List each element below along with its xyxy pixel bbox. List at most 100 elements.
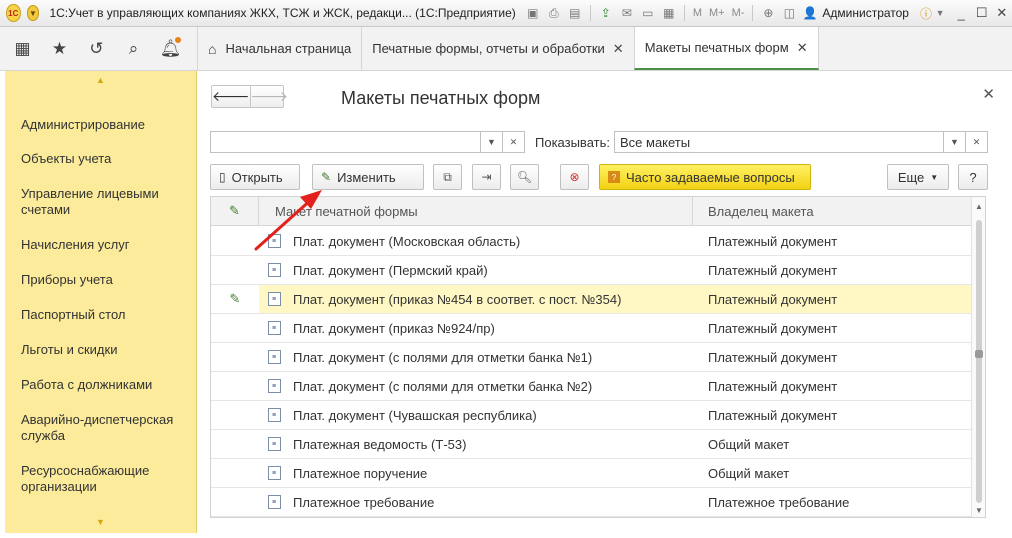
tab-label: Печатные формы, отчеты и обработки — [372, 41, 605, 56]
scroll-down-icon[interactable]: ▼ — [972, 503, 985, 517]
show-label: Показывать: — [535, 135, 610, 150]
delete-template-button[interactable]: ⊗ — [560, 164, 589, 190]
help-button-label: ? — [969, 169, 977, 185]
export-template-button[interactable]: ⇥ — [472, 164, 501, 190]
info-icon[interactable]: ⓘ — [919, 4, 933, 22]
edited-column-icon[interactable]: ✎ — [211, 197, 259, 225]
close-form-icon[interactable]: ✕ — [982, 85, 995, 103]
row-marker — [211, 401, 259, 429]
memory-button[interactable]: M — [691, 7, 704, 19]
scroll-up-icon[interactable]: ▲ — [5, 71, 196, 89]
history-icon[interactable]: ↺ — [78, 27, 115, 70]
tab-print-forms-reports[interactable]: Печатные формы, отчеты и обработки ✕ — [361, 27, 633, 70]
table-row[interactable]: ≡ Плат. документ (Пермский край) Платежный… — [211, 256, 973, 285]
export-icon: ⇥ — [481, 170, 492, 184]
template-owner: Платежный документ — [708, 233, 838, 249]
dropdown-icon[interactable]: ▼ — [480, 132, 502, 152]
close-icon[interactable]: ✕ — [797, 40, 808, 56]
row-marker — [211, 256, 259, 284]
chevron-down-icon[interactable]: ▼ — [933, 4, 947, 22]
template-doc-icon: ≡ — [259, 314, 289, 342]
table-row[interactable]: ≡ Плат. документ (Чувашская республика) Пл… — [211, 401, 973, 430]
panel-icon[interactable]: ◫ — [780, 4, 798, 22]
notifications-bell-icon[interactable]: 🔔︎ — [152, 27, 189, 70]
forward-button[interactable]: 🡒 — [251, 86, 289, 107]
column-header-template[interactable]: Макет печатной формы — [259, 197, 693, 225]
favorites-star-icon[interactable]: ★ — [41, 27, 78, 70]
current-user[interactable]: Администратор — [822, 6, 909, 20]
scroll-down-icon[interactable]: ▼ — [5, 513, 196, 531]
sidebar-item-resource-suppliers[interactable]: Ресурсоснабжающие организации — [5, 463, 196, 495]
section-toolbar: ▦ ★ ↺ ⌕ 🔔︎ ⌂ Начальная страница Печатные… — [0, 27, 1012, 71]
mail-icon[interactable]: ✉ — [618, 4, 636, 22]
pencil-icon: ✎ — [321, 170, 332, 184]
maximize-button[interactable]: ☐ — [971, 3, 991, 23]
more-button[interactable]: Еще ▼ — [887, 164, 949, 190]
show-filter-select[interactable]: Все макеты ▼ ✕ — [614, 131, 988, 153]
dropdown-icon[interactable]: ▼ — [943, 132, 965, 152]
table-row[interactable]: ≡ Платежная ведомость (Т-53) Общий макет — [211, 430, 973, 459]
chevron-down-icon: ▼ — [930, 172, 939, 182]
sidebar-item-accounting-objects[interactable]: Объекты учета — [5, 151, 196, 167]
faq-button[interactable]: ? Часто задаваемые вопросы — [599, 164, 811, 190]
column-header-owner[interactable]: Владелец макета — [693, 197, 985, 225]
help-button[interactable]: ? — [958, 164, 988, 190]
tab-print-templates[interactable]: Макеты печатных форм ✕ — [633, 27, 819, 70]
table-row[interactable]: ≡ Плат. документ (с полями для отметки ба… — [211, 343, 973, 372]
preview-icon[interactable]: ▤ — [566, 4, 584, 22]
table-row[interactable]: ≡ Платежное требование Платежное требовани… — [211, 488, 973, 517]
table-row[interactable]: ≡ Плат. документ (с полями для отметки ба… — [211, 372, 973, 401]
clear-icon[interactable]: ✕ — [502, 132, 524, 152]
sidebar-item-emergency-dispatch[interactable]: Аварийно-диспетчерская служба — [5, 412, 196, 444]
template-owner: Платежный документ — [708, 291, 838, 307]
sidebar-item-personal-accounts[interactable]: Управление лицевыми счетами — [5, 186, 196, 218]
close-window-button[interactable]: ✕ — [992, 3, 1012, 23]
show-filter-value[interactable]: Все макеты — [615, 132, 943, 152]
search-icon[interactable]: ⌕ — [115, 27, 152, 70]
sidebar-item-administration[interactable]: Администрирование — [5, 117, 196, 133]
search-input[interactable] — [211, 132, 480, 152]
sidebar-item-debtors[interactable]: Работа с должниками — [5, 377, 196, 393]
tab-label: Начальная страница — [225, 41, 352, 56]
open-button[interactable]: ▯ Открыть — [210, 164, 300, 190]
sidebar-item-passport-desk[interactable]: Паспортный стол — [5, 307, 196, 323]
sidebar-item-benefits-discounts[interactable]: Льготы и скидки — [5, 342, 196, 358]
window-title: 1С:Учет в управляющих компаниях ЖКХ, ТСЖ… — [49, 6, 516, 20]
preview-template-button[interactable]: 🔍︎ — [510, 164, 539, 190]
calendar-icon[interactable]: ▦ — [660, 4, 678, 22]
zoom-icon[interactable]: ⊕ — [759, 4, 777, 22]
sidebar-item-service-charges[interactable]: Начисления услуг — [5, 237, 196, 253]
apps-grid-icon[interactable]: ▦ — [4, 27, 41, 70]
memory-plus-button[interactable]: M+ — [707, 7, 727, 19]
close-icon[interactable]: ✕ — [613, 41, 624, 57]
clear-icon[interactable]: ✕ — [965, 132, 987, 152]
template-doc-icon: ≡ — [259, 343, 289, 371]
scrollbar-track[interactable] — [976, 220, 982, 503]
vertical-scrollbar[interactable]: ▲ ▼ — [971, 197, 985, 517]
upload-icon[interactable]: ⇪ — [597, 4, 615, 22]
template-doc-icon: ≡ — [259, 227, 289, 255]
sidebar-item-meters[interactable]: Приборы учета — [5, 272, 196, 288]
template-doc-icon: ≡ — [259, 488, 289, 516]
template-owner: Платежный документ — [708, 320, 838, 336]
doc-icon[interactable]: ▭ — [639, 4, 657, 22]
window-titlebar: 1С ▼ 1С:Учет в управляющих компаниях ЖКХ… — [0, 0, 1012, 27]
scrollbar-thumb[interactable] — [975, 350, 983, 358]
more-button-label: Еще — [897, 169, 925, 185]
scroll-up-icon[interactable]: ▲ — [972, 199, 985, 213]
save-icon[interactable]: ▣ — [524, 4, 542, 22]
back-button[interactable]: 🡐 — [212, 86, 251, 107]
table-row[interactable]: ≡ Плат. документ (Московская область) Плат… — [211, 227, 973, 256]
app-logo-icon[interactable]: 1С — [6, 4, 21, 22]
table-row[interactable]: ≡ Плат. документ (приказ №924/пр) Платежны… — [211, 314, 973, 343]
table-row[interactable]: ≡ Платежное поручение Общий макет — [211, 459, 973, 488]
tab-home[interactable]: ⌂ Начальная страница — [197, 27, 361, 70]
edit-button[interactable]: ✎ Изменить — [312, 164, 424, 190]
main-menu-icon[interactable]: ▼ — [26, 5, 40, 21]
table-row[interactable]: ✎ ≡ Плат. документ (приказ №454 в соответ.… — [211, 285, 973, 314]
copy-template-button[interactable]: ⧉ — [433, 164, 462, 190]
minimize-button[interactable]: _ — [951, 3, 971, 23]
template-name: Плат. документ (приказ №924/пр) — [293, 320, 495, 336]
memory-minus-button[interactable]: M- — [730, 7, 747, 19]
print-icon[interactable]: ⎙ — [545, 4, 563, 22]
